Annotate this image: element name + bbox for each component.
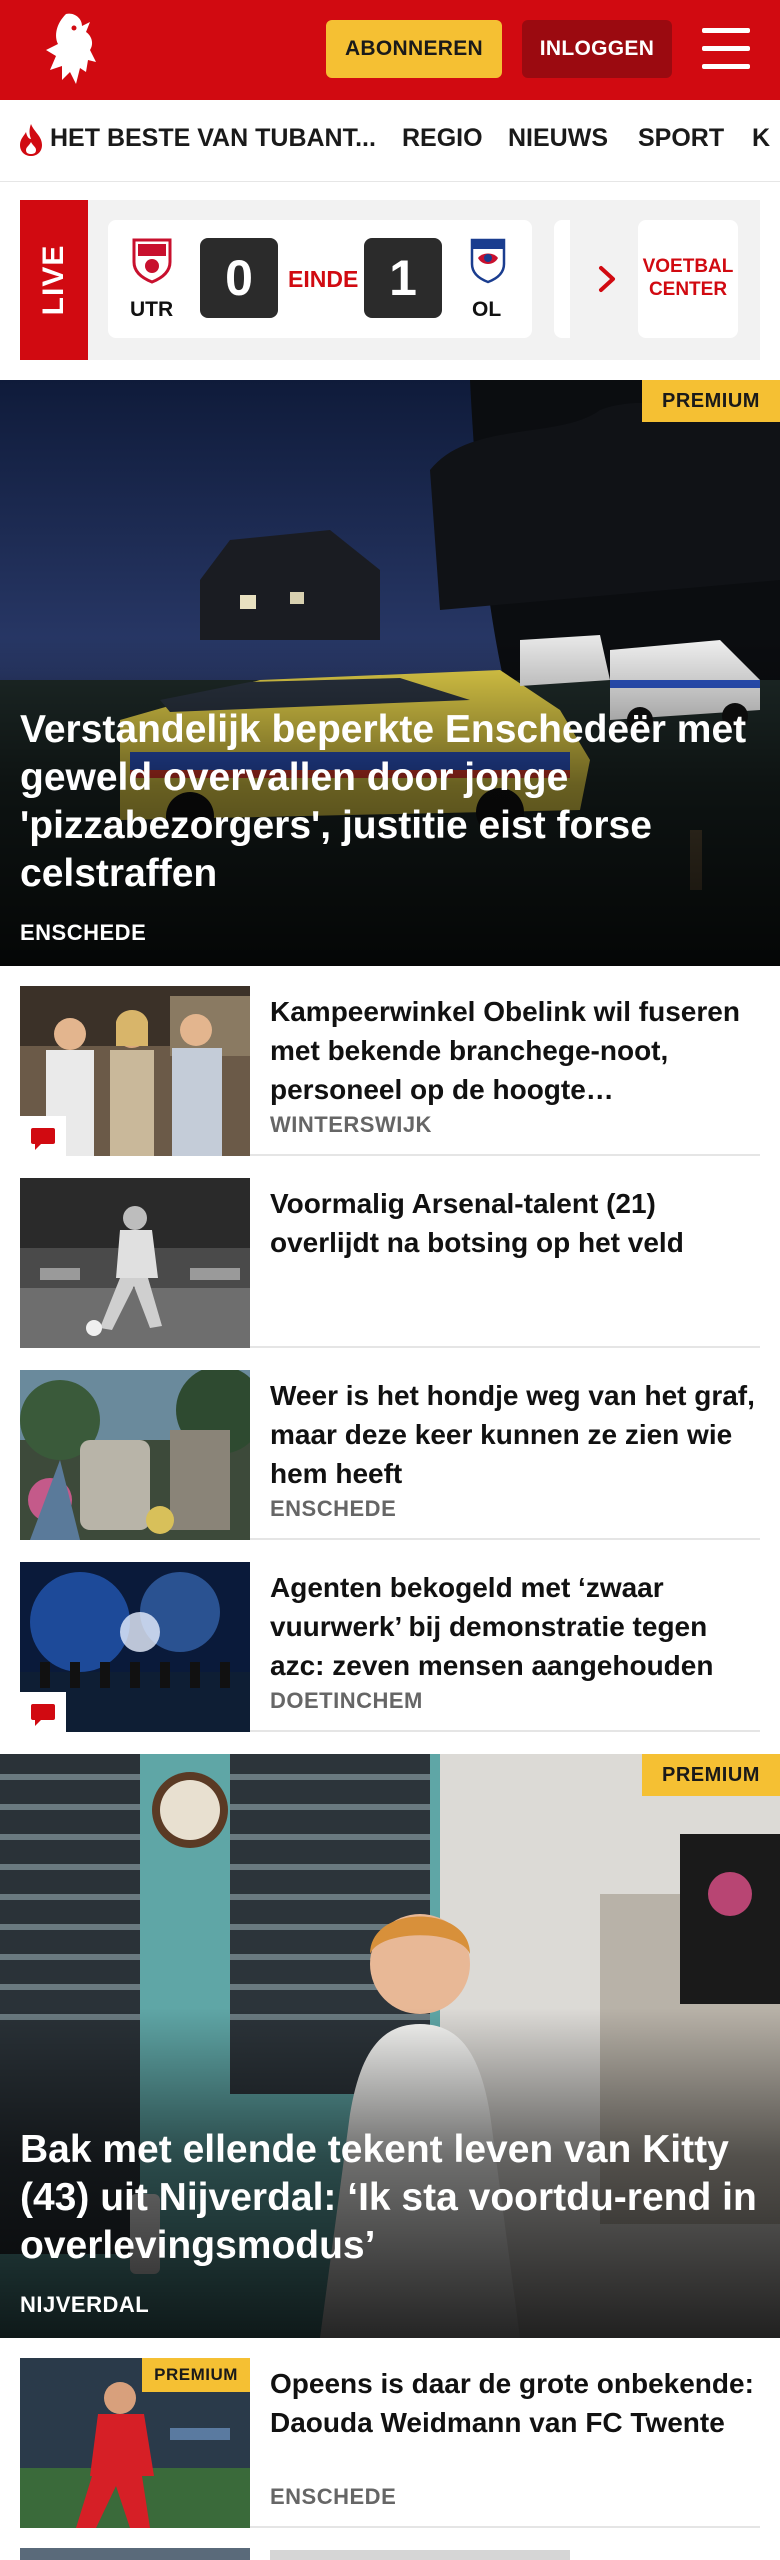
home-team-name: UTR [130,298,174,321]
match-status: EINDE [288,266,359,292]
list-item[interactable]: Kampeerwinkel Obelink wil fuseren met be… [20,966,760,1156]
away-score: 1 [364,238,442,318]
site-header: ABONNEREN INLOGGEN [0,0,780,100]
list-item[interactable]: Agenten bekogeld met ‘zwaar vuurwerk’ bi… [20,1542,760,1732]
article-title[interactable]: Voormalig Arsenal-talent (21) overlijdt … [270,1184,760,1262]
login-button[interactable]: INLOGGEN [522,20,672,78]
subscribe-button[interactable]: ABONNEREN [326,20,502,78]
article-thumbnail [20,1370,250,1540]
premium-badge: PREMIUM [642,1754,780,1796]
hero-location[interactable]: NIJVERDAL [20,2292,149,2318]
home-score: 0 [200,238,278,318]
article-location[interactable]: ENSCHEDE [270,2484,396,2510]
tubantia-horse-logo[interactable] [36,10,106,90]
nav-item-more[interactable]: K [752,124,770,153]
live-label: LIVE [37,244,70,316]
article-thumbnail [20,1562,250,1732]
live-tab[interactable]: LIVE [20,200,88,360]
nav-item-nieuws[interactable]: NIEUWS [508,124,608,153]
hero-article-1[interactable]: PREMIUM Verstandelijk beperkte Enschedeë… [0,380,780,966]
article-location[interactable]: WINTERSWIJK [270,1112,432,1138]
comment-icon [20,1116,66,1156]
article-location[interactable]: DOETINCHEM [270,1688,423,1714]
article-thumbnail-peek [20,2548,250,2560]
list-item[interactable]: Voormalig Arsenal-talent (21) overlijdt … [20,1158,760,1348]
olympique-lyon-crest-icon [464,236,512,284]
article-thumbnail: PREMIUM [20,2358,250,2528]
article-title-peek [270,2550,570,2560]
list-item[interactable]: PREMIUM Opeens is daar de grote onbekend… [20,2338,760,2528]
chevron-right-icon[interactable] [592,264,622,294]
nav-item-regio[interactable]: REGIO [402,124,483,153]
article-title[interactable]: Opeens is daar de grote onbekende: Daoud… [270,2364,760,2442]
hero-article-2[interactable]: PREMIUM Bak met ellende tekent leven van… [0,1754,780,2338]
hero-title[interactable]: Bak met ellende tekent leven van Kitty (… [20,2126,760,2270]
section-nav: HET BESTE VAN TUBANT... REGIO NIEUWS SPO… [0,100,780,182]
list-item[interactable]: Weer is het hondje weg van het graf, maa… [20,1350,760,1540]
article-title[interactable]: Kampeerwinkel Obelink wil fuseren met be… [270,992,760,1109]
article-thumbnail [20,986,250,1156]
voetbal-center-link[interactable]: VOETBAL CENTER [638,220,738,338]
match-card[interactable]: UTR 0 EINDE 1 OL [108,220,532,338]
live-scores-bar: LIVE UTR 0 EINDE 1 OL VOETBAL CENTER [20,200,760,360]
article-location[interactable]: ENSCHEDE [270,1496,396,1522]
nav-item-best-of[interactable]: HET BESTE VAN TUBANT... [50,124,376,153]
fc-utrecht-crest-icon [128,236,176,284]
comment-icon [20,1692,66,1732]
hero-location[interactable]: ENSCHEDE [20,920,146,946]
flame-icon [16,122,46,158]
hamburger-menu-icon[interactable] [700,24,752,74]
article-thumbnail [20,1178,250,1348]
article-title[interactable]: Agenten bekogeld met ‘zwaar vuurwerk’ bi… [270,1568,760,1685]
hero-title[interactable]: Verstandelijk beperkte Enschedeër met ge… [20,706,760,898]
premium-badge: PREMIUM [642,380,780,422]
away-team-name: OL [472,298,502,321]
next-match-card-edge[interactable] [554,220,570,338]
premium-badge: PREMIUM [142,2358,250,2392]
article-title[interactable]: Weer is het hondje weg van het graf, maa… [270,1376,760,1493]
nav-item-sport[interactable]: SPORT [638,124,724,153]
